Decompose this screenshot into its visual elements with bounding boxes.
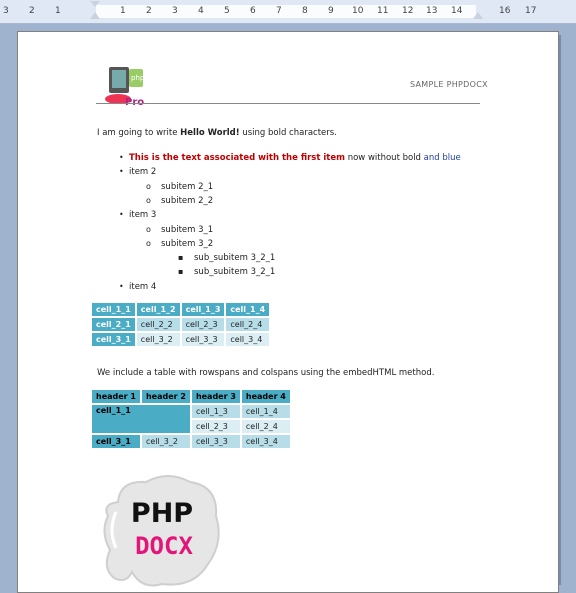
bullet-4: • [119, 282, 124, 291]
table-cell: cell_2_4 [241, 420, 290, 433]
ruler-number: 2 [29, 6, 35, 16]
list-subitem-2-2: subitem 2_2 [161, 196, 214, 206]
ruler-number: 13 [426, 6, 438, 16]
ruler-number: 5 [224, 6, 230, 16]
table-cell: cell_1_3 [181, 303, 225, 316]
table-header-cell: header 2 [141, 390, 190, 403]
ruler-number: 8 [302, 6, 308, 16]
table-header-row: header 1 header 2 header 3 header 4 [92, 390, 290, 403]
list-subitem-3-2: subitem 3_2 [161, 239, 214, 249]
table-cell: cell_2_4 [226, 318, 270, 331]
sub-bullet: o [146, 182, 151, 191]
table-1: cell_1_1 cell_1_2 cell_1_3 cell_1_4 cell… [90, 301, 271, 348]
table-header-cell: header 3 [191, 390, 240, 403]
ruler-number: 14 [451, 6, 463, 16]
table-cell: cell_2_1 [92, 318, 135, 331]
right-indent-marker[interactable] [473, 12, 483, 19]
table-row: cell_3_1 cell_3_2 cell_3_3 cell_3_4 [92, 435, 290, 448]
intro-paragraph: I am going to write Hello World! using b… [97, 128, 337, 138]
table-cell: cell_3_4 [241, 435, 290, 448]
list-subitem-3-1: subitem 3_1 [161, 225, 214, 235]
svg-text:DOCX: DOCX [135, 532, 193, 560]
left-indent-marker[interactable] [90, 12, 100, 19]
table-header-cell: header 4 [241, 390, 290, 403]
list-subsubitem-2: sub_subitem 3_2_1 [194, 267, 276, 277]
ruler-number: 1 [120, 6, 126, 16]
ruler-number: 7 [276, 6, 282, 16]
ruler-text-area [96, 5, 476, 18]
table-header-cell: header 1 [92, 390, 140, 403]
svg-text:PHP: PHP [131, 498, 193, 529]
table-cell: cell_3_3 [181, 333, 225, 346]
table-cell: cell_3_2 [136, 333, 180, 346]
ruler-number: 1 [55, 6, 61, 16]
table-row: cell_3_1 cell_3_2 cell_3_3 cell_3_4 [92, 333, 270, 346]
bullet-1: • [119, 153, 124, 162]
table-cell: cell_3_3 [191, 435, 240, 448]
table2-intro-paragraph: We include a table with rowspans and col… [97, 368, 435, 378]
table-cell: cell_1_1 [92, 303, 135, 316]
ruler-number: 12 [402, 6, 414, 16]
sub-bullet: o [146, 225, 151, 234]
svg-text:php: php [131, 74, 145, 82]
ruler-number: 3 [3, 6, 9, 16]
list-subsubitem-1: sub_subitem 3_2_1 [194, 253, 276, 263]
table-row: cell_1_1 cell_1_2 cell_1_3 cell_1_4 [92, 303, 270, 316]
table-cell: cell_3_4 [226, 333, 270, 346]
ruler-number: 3 [172, 6, 178, 16]
table-row: cell_1_1 cell_1_3 cell_1_4 [92, 405, 290, 433]
list-item-2: item 2 [129, 167, 157, 177]
table-cell: cell_1_4 [226, 303, 270, 316]
table-row: cell_2_1 cell_2_2 cell_2_3 cell_2_4 [92, 318, 270, 331]
table-cell: cell_3_1 [92, 435, 140, 448]
table-cell: cell_1_2 [136, 303, 180, 316]
ruler-number: 16 [499, 6, 511, 16]
ruler-number: 9 [328, 6, 334, 16]
table-cell: cell_3_2 [141, 435, 190, 448]
table-cell: cell_3_1 [92, 333, 135, 346]
ruler-number: 2 [146, 6, 152, 16]
subsub-bullet: ▪ [178, 267, 184, 276]
table-cell: cell_2_2 [136, 318, 180, 331]
header-title: SAMPLE PHPDOCX [410, 80, 488, 89]
header-rule [96, 103, 480, 104]
ruler-number: 17 [525, 6, 537, 16]
ruler-number: 11 [377, 6, 389, 16]
ruler-number: 4 [198, 6, 204, 16]
phpdocx-elephant-logo: PHP DOCX [103, 475, 220, 587]
table-cell: cell_2_3 [191, 420, 240, 433]
table-cell-spanning: cell_1_1 [92, 405, 190, 433]
table-cell: cell_2_3 [181, 318, 225, 331]
document-page[interactable]: php Pro SAMPLE PHPDOCX I am going to wri… [17, 31, 559, 593]
list-item-1: This is the text associated with the fir… [129, 153, 461, 163]
table-2: header 1 header 2 header 3 header 4 cell… [90, 388, 292, 450]
sub-bullet: o [146, 196, 151, 205]
table-cell: cell_1_4 [241, 405, 290, 418]
list-item-4: item 4 [129, 282, 157, 292]
table-cell: cell_1_3 [191, 405, 240, 418]
horizontal-ruler[interactable]: 3 2 1 1 2 3 4 5 6 7 8 9 10 11 12 13 14 1… [0, 0, 576, 24]
list-item-3: item 3 [129, 210, 157, 220]
ruler-number: 6 [250, 6, 256, 16]
subsub-bullet: ▪ [178, 253, 184, 262]
sub-bullet: o [146, 239, 151, 248]
first-line-indent-marker[interactable] [90, 1, 100, 7]
bullet-2: • [119, 167, 124, 176]
ruler-number: 10 [352, 6, 364, 16]
bullet-3: • [119, 210, 124, 219]
list-subitem-2-1: subitem 2_1 [161, 182, 214, 192]
